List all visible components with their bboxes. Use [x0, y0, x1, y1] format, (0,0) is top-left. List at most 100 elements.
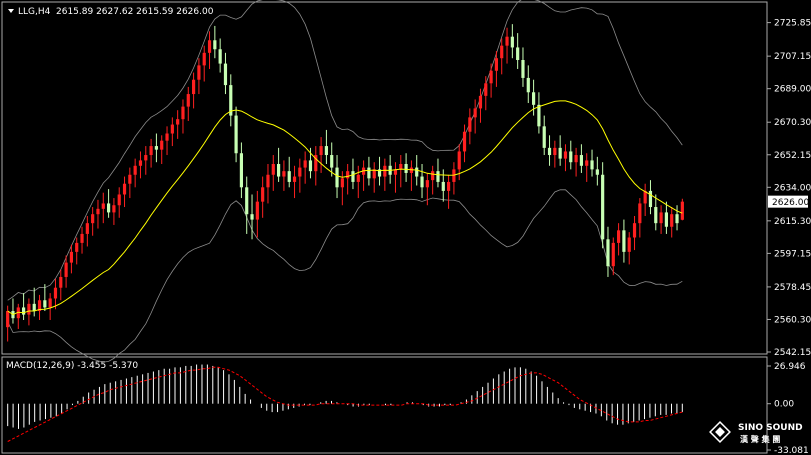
- candle-body: [468, 117, 472, 132]
- candle-body: [91, 214, 95, 224]
- candle-body: [117, 194, 121, 206]
- candle-body: [436, 171, 440, 182]
- candle-body: [218, 49, 222, 64]
- candle-body: [181, 106, 185, 120]
- candle-body: [223, 63, 228, 86]
- candle-body: [494, 58, 498, 71]
- candle-body: [197, 65, 201, 80]
- candle-body: [590, 160, 594, 170]
- price-tick-label: 2652.15: [774, 151, 811, 161]
- candle-body: [346, 171, 350, 179]
- candle-body: [335, 167, 339, 188]
- candle-body: [27, 303, 31, 315]
- candle-body: [122, 183, 127, 195]
- candle-body: [478, 95, 483, 109]
- price-tick-label: 2689.00: [774, 85, 811, 95]
- candle-body: [675, 214, 679, 224]
- candle-body: [239, 153, 243, 188]
- price-tick-label: 2560.30: [774, 315, 811, 325]
- symbol-label: LLG,H4: [18, 7, 51, 17]
- candle-body: [579, 155, 583, 166]
- candle-body: [632, 223, 637, 238]
- candle-body: [457, 151, 461, 170]
- candle-body: [245, 187, 249, 215]
- candle-body: [170, 124, 174, 134]
- candle-body: [149, 146, 153, 156]
- candle-body: [521, 59, 525, 78]
- macd-label: MACD(12,26,9) -3.455 -5.370: [6, 361, 138, 371]
- candle-body: [107, 203, 111, 213]
- watermark-brand: SINO SOUND: [738, 423, 803, 433]
- candle-body: [574, 155, 578, 163]
- candle-body: [420, 176, 424, 188]
- candle-body: [532, 92, 536, 105]
- candle-body: [48, 298, 52, 308]
- candle-body: [638, 203, 642, 224]
- candle-body: [659, 212, 663, 224]
- candle-body: [32, 303, 36, 312]
- candle-body: [319, 146, 323, 156]
- candle-body: [59, 276, 63, 288]
- candle-body: [648, 190, 653, 208]
- current-price-label: 2626.00: [772, 198, 809, 208]
- candle: [680, 198, 684, 221]
- candle-body: [553, 147, 557, 156]
- candle-body: [85, 223, 89, 234]
- candle-body: [473, 108, 477, 118]
- candle-body: [505, 36, 509, 46]
- ohlc-label: 2615.89 2627.62 2615.59 2626.00: [56, 7, 214, 17]
- candle-body: [399, 163, 403, 170]
- candle-body: [622, 230, 626, 252]
- candle-body: [680, 201, 684, 220]
- candle-body: [213, 40, 217, 50]
- candle-body: [303, 160, 307, 168]
- candle-body: [96, 208, 100, 215]
- candle-body: [298, 167, 302, 177]
- candle-body: [627, 237, 631, 252]
- candle-body: [367, 167, 371, 179]
- candle-body: [292, 176, 297, 182]
- candle-body: [277, 163, 281, 177]
- candle-body: [250, 214, 254, 220]
- candle-body: [43, 300, 47, 308]
- candle-body: [22, 307, 26, 315]
- candle-body: [547, 147, 552, 156]
- candle-body: [138, 160, 143, 166]
- candle-body: [611, 242, 615, 267]
- candle-body: [160, 140, 164, 150]
- candle-body: [154, 146, 158, 150]
- candle-body: [282, 171, 286, 177]
- price-tick-label: 2542.15: [774, 348, 811, 358]
- candle-body: [425, 180, 429, 188]
- candle-body: [516, 47, 520, 60]
- candle-body: [415, 167, 419, 177]
- candle-body: [176, 119, 180, 125]
- candle-body: [255, 201, 259, 220]
- candle-body: [287, 171, 291, 182]
- candle-body: [330, 155, 334, 168]
- candle-body: [101, 203, 105, 209]
- candle-body: [537, 104, 541, 127]
- candle-body: [234, 115, 238, 154]
- candle-body: [542, 126, 546, 148]
- price-tick-label: 2597.15: [774, 249, 811, 259]
- candle-body: [452, 169, 456, 182]
- candle-body: [500, 45, 504, 59]
- candle-body: [356, 174, 360, 182]
- candle-body: [69, 251, 73, 263]
- candle-body: [617, 230, 621, 243]
- price-tick-label: 2615.30: [774, 217, 811, 227]
- candle-body: [404, 163, 408, 173]
- candle-body: [271, 163, 275, 175]
- candle-body: [431, 171, 435, 181]
- candle-body: [510, 36, 514, 48]
- candle-body: [447, 181, 451, 191]
- candle-body: [441, 181, 445, 191]
- candle-body: [601, 174, 605, 240]
- watermark-chinese: 漢 聲 集 團: [740, 434, 780, 444]
- price-tick-label: 2670.30: [774, 118, 811, 128]
- chart-stage: 2725.85 2707.15 2689.00 2670.30 2652.15 2634.…: [0, 0, 811, 455]
- candle-body: [340, 178, 344, 188]
- candle-body: [128, 174, 132, 184]
- candle-body: [462, 131, 467, 152]
